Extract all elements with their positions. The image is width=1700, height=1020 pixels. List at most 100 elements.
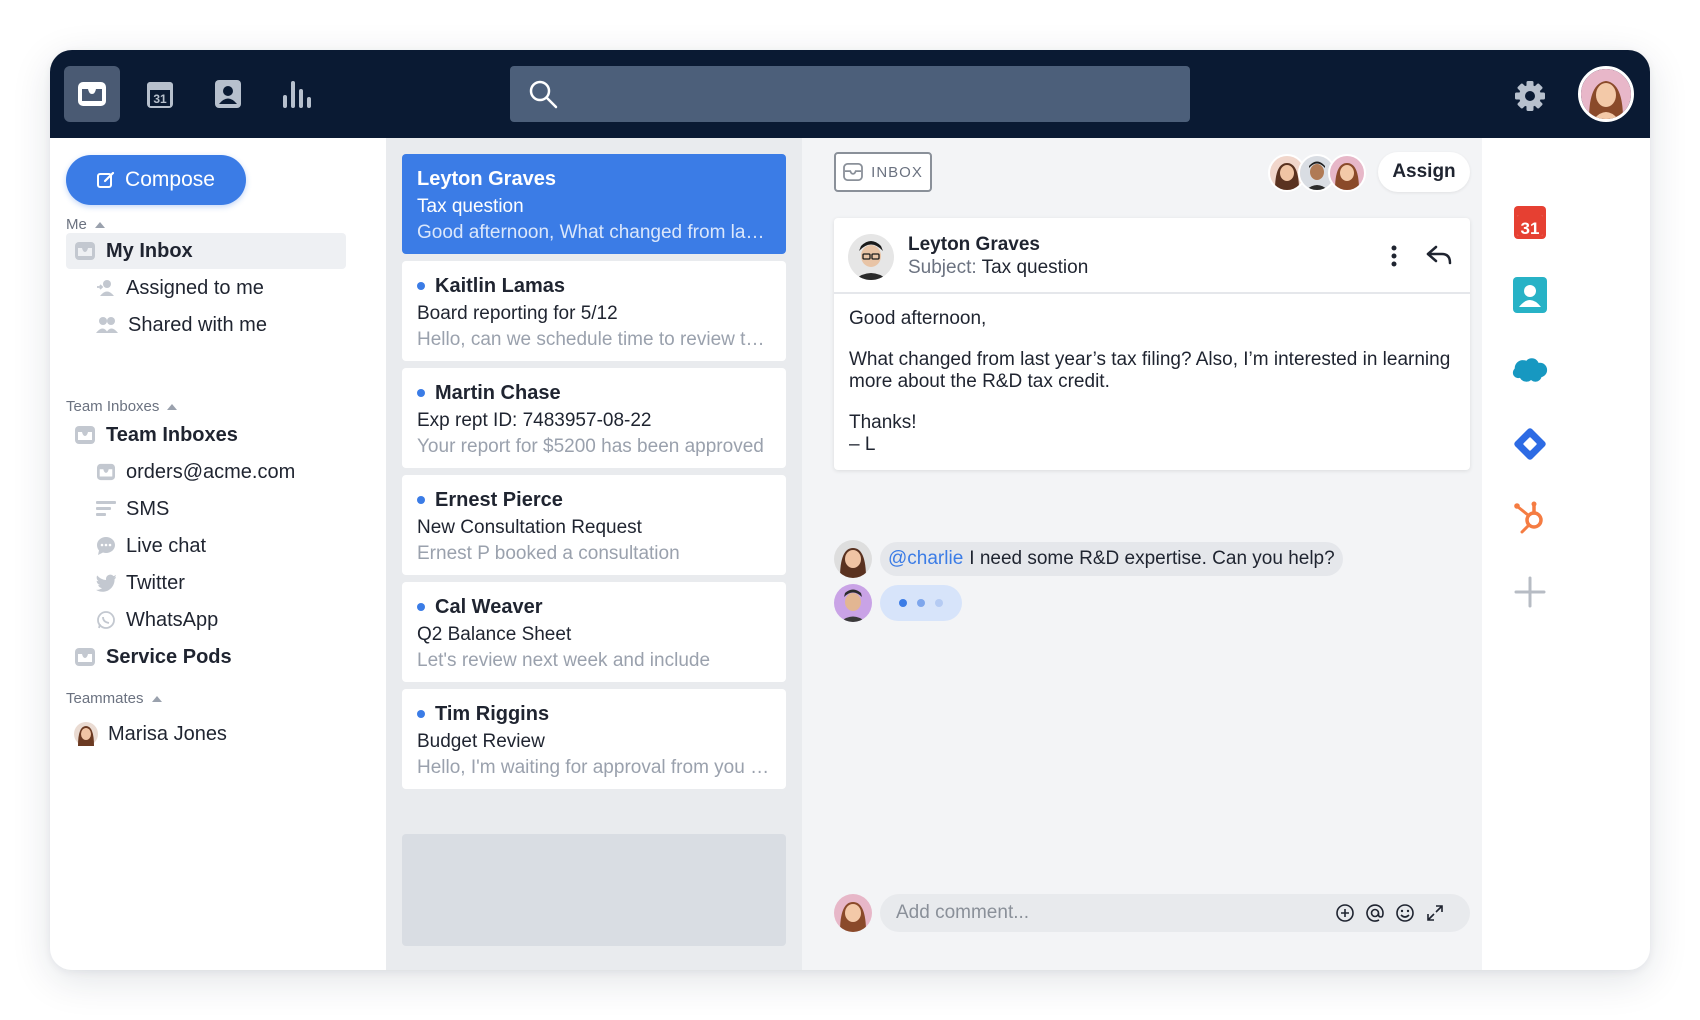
email-line: What changed from last year’s tax filing… bbox=[849, 349, 1451, 392]
unread-dot-icon bbox=[417, 389, 425, 397]
message-card-placeholder bbox=[402, 834, 786, 946]
mention-button[interactable] bbox=[1364, 902, 1386, 924]
message-sender: Martin Chase bbox=[417, 380, 771, 406]
sidebar-item-shared[interactable]: Shared with me bbox=[96, 307, 267, 343]
more-options-button[interactable] bbox=[1390, 244, 1398, 273]
collapse-caret-icon bbox=[167, 403, 178, 410]
email-line: – L bbox=[849, 434, 876, 455]
teammates-section-header[interactable]: Teammates bbox=[66, 690, 162, 707]
salesforce-icon bbox=[1512, 358, 1548, 382]
collapse-caret-icon bbox=[94, 221, 105, 228]
sidebar-item-twitter[interactable]: Twitter bbox=[96, 565, 185, 601]
calendar-app-icon: 31 bbox=[1514, 206, 1546, 239]
avatar bbox=[1328, 154, 1366, 192]
nav-contacts-button[interactable] bbox=[200, 66, 256, 122]
sidebar-item-team-inboxes[interactable]: Team Inboxes bbox=[74, 417, 238, 453]
message-card[interactable]: Cal Weaver Q2 Balance Sheet Let's review n… bbox=[402, 582, 786, 682]
sidebar-item-teammate[interactable]: Marisa Jones bbox=[74, 716, 227, 752]
message-card[interactable]: Tim Riggins Budget Review Hello, I'm waiti… bbox=[402, 689, 786, 789]
message-card[interactable]: Martin Chase Exp rept ID: 7483957-08-22 Yo… bbox=[402, 368, 786, 468]
plus-icon bbox=[1514, 576, 1546, 608]
sidebar-item-my-inbox[interactable]: My Inbox bbox=[66, 233, 346, 269]
teammates-header-label: Teammates bbox=[66, 690, 144, 707]
sidebar-item-sms[interactable]: SMS bbox=[96, 491, 169, 527]
comment-input[interactable] bbox=[896, 902, 1326, 924]
me-header-label: Me bbox=[66, 216, 87, 233]
sidebar-item-service-pods[interactable]: Service Pods bbox=[74, 639, 232, 675]
compose-button[interactable]: Compose bbox=[66, 155, 246, 205]
subject-value: Tax question bbox=[981, 257, 1089, 278]
nav-calendar-button[interactable]: 31 bbox=[132, 66, 188, 122]
teammate-avatar bbox=[74, 722, 98, 746]
sidebar-item-live-chat[interactable]: Live chat bbox=[96, 528, 206, 564]
emoji-icon bbox=[1396, 904, 1414, 922]
sidebar-item-label: WhatsApp bbox=[126, 608, 219, 631]
reply-icon bbox=[1426, 245, 1452, 265]
message-sender: Ernest Pierce bbox=[417, 487, 771, 513]
sidebar-item-label: Service Pods bbox=[106, 645, 232, 668]
assigned-icon bbox=[97, 280, 114, 296]
assign-button[interactable]: Assign bbox=[1378, 152, 1470, 192]
message-card[interactable]: Leyton Graves Tax question Good afternoon,… bbox=[402, 154, 786, 254]
shared-icon bbox=[96, 317, 118, 333]
me-section-header[interactable]: Me bbox=[66, 216, 105, 233]
sidebar-item-whatsapp[interactable]: WhatsApp bbox=[96, 602, 218, 638]
sender-name: Tim Riggins bbox=[435, 702, 550, 725]
inbox-icon bbox=[75, 242, 95, 260]
top-bar: 31 bbox=[50, 50, 1650, 138]
sender-name: Kaitlin Lamas bbox=[435, 274, 566, 297]
jira-button[interactable] bbox=[1512, 426, 1548, 462]
search-bar[interactable] bbox=[510, 66, 1190, 122]
unread-dot-icon bbox=[417, 282, 425, 290]
inbox-icon bbox=[97, 463, 115, 481]
nav-analytics-button[interactable] bbox=[268, 66, 324, 122]
conversation-pane: INBOX Assign Leyton Graves Subject: Tax … bbox=[802, 138, 1482, 970]
sidebar-item-orders[interactable]: orders@acme.com bbox=[96, 454, 295, 490]
sidebar-item-assigned[interactable]: Assigned to me bbox=[96, 270, 264, 306]
message-preview: Ernest P booked a consultation bbox=[417, 543, 680, 564]
sidebar-item-label: SMS bbox=[126, 497, 170, 520]
comment-composer[interactable] bbox=[880, 894, 1470, 932]
email-line: Thanks! bbox=[849, 412, 917, 433]
add-attachment-button[interactable] bbox=[1334, 902, 1356, 924]
sidebar-item-label: Team Inboxes bbox=[106, 423, 238, 446]
message-card[interactable]: Ernest Pierce New Consultation Request Ern… bbox=[402, 475, 786, 575]
hubspot-button[interactable] bbox=[1512, 499, 1548, 535]
sender-name: Cal Weaver bbox=[435, 595, 543, 618]
sidebar-item-label: Live chat bbox=[126, 534, 207, 557]
mention-link[interactable]: @charlie bbox=[888, 548, 963, 569]
expand-icon bbox=[1427, 905, 1443, 921]
emoji-button[interactable] bbox=[1394, 902, 1416, 924]
add-integration-button[interactable] bbox=[1512, 574, 1548, 610]
compose-icon bbox=[97, 171, 115, 188]
collapse-caret-icon bbox=[151, 695, 162, 702]
commenter-avatar bbox=[834, 540, 872, 578]
message-preview: Hello, can we schedule time to review th… bbox=[417, 329, 771, 350]
search-icon bbox=[529, 80, 558, 109]
email-header: Leyton Graves Subject: Tax question bbox=[834, 218, 1470, 294]
comment-bubble: @charlie I need some R&D expertise. Can y… bbox=[880, 542, 1343, 576]
sidebar-item-label: orders@acme.com bbox=[126, 460, 296, 483]
assignee-avatars[interactable] bbox=[1268, 154, 1368, 192]
message-card[interactable]: Kaitlin Lamas Board reporting for 5/12 Hel… bbox=[402, 261, 786, 361]
search-input[interactable] bbox=[570, 82, 1170, 106]
svg-text:31: 31 bbox=[153, 92, 167, 106]
calendar-app-date: 31 bbox=[1521, 219, 1540, 238]
team-inboxes-section-header[interactable]: Team Inboxes bbox=[66, 398, 178, 415]
unread-dot-icon bbox=[417, 603, 425, 611]
expand-button[interactable] bbox=[1424, 902, 1446, 924]
app-window: 31 Compose Me My Inbox Assigned to me Sh… bbox=[50, 50, 1650, 970]
email-message: Leyton Graves Subject: Tax question Good… bbox=[834, 218, 1470, 470]
chat-bubble-icon bbox=[97, 537, 115, 555]
message-preview: Hello, I'm waiting for approval from you… bbox=[417, 757, 771, 778]
salesforce-button[interactable] bbox=[1512, 352, 1548, 388]
calendar-app-button[interactable]: 31 bbox=[1512, 204, 1548, 240]
reply-button[interactable] bbox=[1426, 244, 1452, 271]
user-avatar[interactable] bbox=[1578, 66, 1634, 122]
email-subject: Subject: Tax question bbox=[908, 257, 1088, 279]
contacts-app-button[interactable] bbox=[1512, 277, 1548, 313]
settings-button[interactable] bbox=[1512, 78, 1548, 114]
nav-inbox-button[interactable] bbox=[64, 66, 120, 122]
message-preview: Your report for $5200 has been approved bbox=[417, 436, 764, 457]
inbox-tag[interactable]: INBOX bbox=[834, 152, 932, 192]
